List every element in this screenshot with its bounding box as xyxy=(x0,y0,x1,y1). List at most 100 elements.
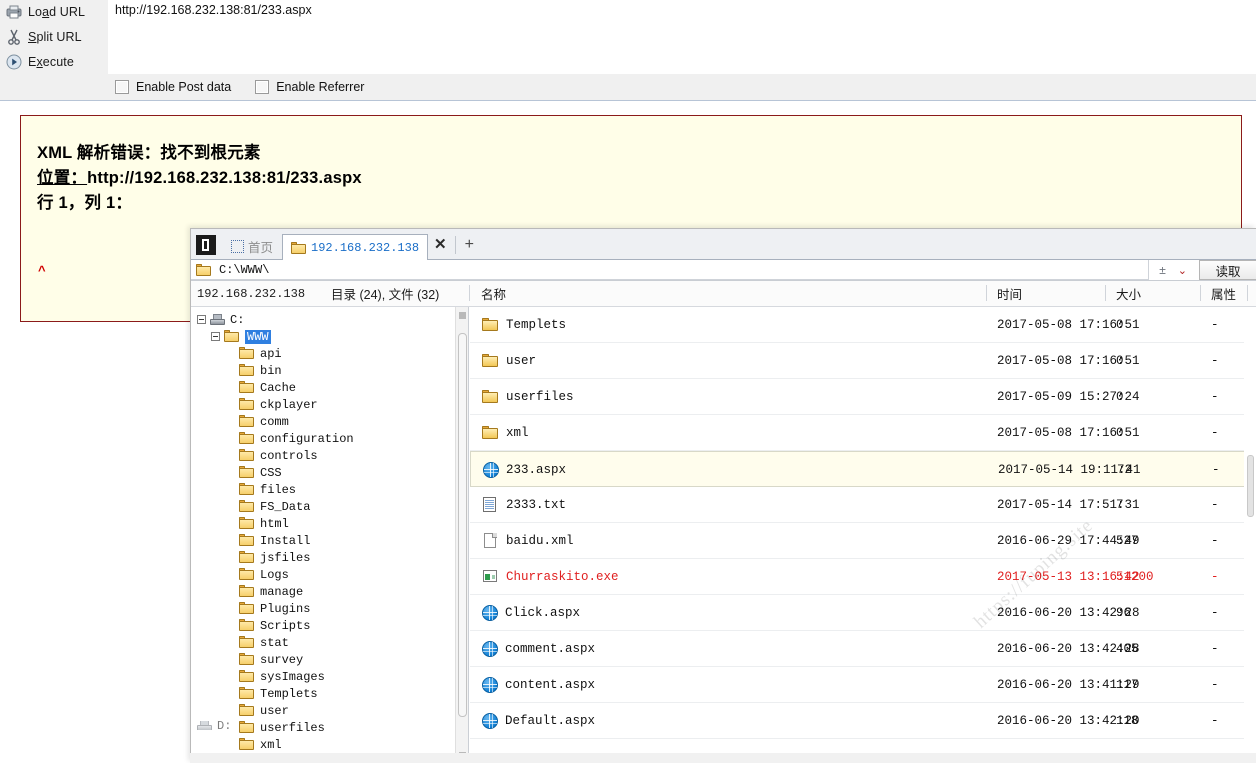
file-row[interactable]: content.aspx2016-06-20 13:41:29117- xyxy=(470,667,1256,703)
file-row[interactable]: Click.aspx2016-06-20 13:42:2896- xyxy=(470,595,1256,631)
tab-home[interactable]: 首页 xyxy=(222,233,282,259)
tree-node-comm[interactable]: comm xyxy=(239,413,289,430)
aspx-icon xyxy=(482,677,498,693)
folder-icon xyxy=(239,517,255,530)
tab-host-label: 192.168.232.138 xyxy=(311,241,419,255)
load-url-button[interactable]: Load URL xyxy=(0,0,108,24)
tree-node-drive-d[interactable]: D: xyxy=(197,721,231,730)
scrollbar-thumb[interactable] xyxy=(1247,455,1254,517)
tree-node-files[interactable]: files xyxy=(239,481,296,498)
folder-icon xyxy=(239,568,255,581)
file-row[interactable]: Churraskito.exe2017-05-13 13:16:4251200- xyxy=(470,559,1256,595)
file-attr-cell: - xyxy=(1211,559,1219,594)
document-icon xyxy=(482,533,499,549)
tree-node-html[interactable]: html xyxy=(239,515,289,532)
tree-node-jsfiles[interactable]: jsfiles xyxy=(239,549,310,566)
file-size-cell: 118 xyxy=(1116,703,1139,738)
file-name-cell: content.aspx xyxy=(482,667,595,702)
file-name-cell: 2333.txt xyxy=(482,487,566,522)
tree-node-userfiles[interactable]: userfiles xyxy=(239,719,325,736)
file-row[interactable]: xml2017-05-08 17:16:510- xyxy=(470,415,1256,451)
file-row[interactable]: userfiles2017-05-09 15:27:240- xyxy=(470,379,1256,415)
tree-node-fs_data[interactable]: FS_Data xyxy=(239,498,310,515)
split-url-button[interactable]: Split URL xyxy=(0,25,108,49)
file-list-scrollbar[interactable] xyxy=(1244,307,1256,763)
chevron-down-icon[interactable]: ⌄ xyxy=(1172,264,1193,277)
file-attr-cell: - xyxy=(1212,452,1220,487)
tree-scrollbar[interactable] xyxy=(455,307,468,763)
tree-node-www[interactable]: WWW xyxy=(211,328,271,345)
file-attr-cell: - xyxy=(1211,595,1219,630)
load-url-label: Load URL xyxy=(28,5,85,19)
file-row[interactable]: Templets2017-05-08 17:16:510- xyxy=(470,307,1256,343)
folder-icon xyxy=(239,415,255,428)
file-row[interactable]: 2333.txt2017-05-14 17:51:317- xyxy=(470,487,1256,523)
folder-icon xyxy=(482,317,499,333)
tree-node-label: survey xyxy=(260,653,303,667)
error-line-1: XML 解析错误：找不到根元素 xyxy=(37,144,261,162)
read-button[interactable]: 读取 xyxy=(1199,260,1256,280)
tree-node-configuration[interactable]: configuration xyxy=(239,430,354,447)
tree-node-cache[interactable]: Cache xyxy=(239,379,296,396)
column-header-name[interactable]: 名称 xyxy=(481,281,506,306)
file-row[interactable]: user2017-05-08 17:16:510- xyxy=(470,343,1256,379)
column-header-size[interactable]: 大小 xyxy=(1116,281,1141,306)
tree-node-bin[interactable]: bin xyxy=(239,362,282,379)
resize-handle-icon[interactable]: ± xyxy=(1153,263,1172,277)
exe-icon xyxy=(482,569,499,585)
execute-button[interactable]: Execute xyxy=(0,50,108,74)
file-row[interactable]: 233.aspx2017-05-14 19:11:4172- xyxy=(470,451,1256,487)
tree-node-scripts[interactable]: Scripts xyxy=(239,617,310,634)
tree-node-sysimages[interactable]: sysImages xyxy=(239,668,325,685)
tree-node-label: Templets xyxy=(260,687,318,701)
file-row[interactable]: baidu.xml2016-06-29 17:44:49527- xyxy=(470,523,1256,559)
path-input[interactable]: C:\WWW\ xyxy=(191,260,1149,280)
load-url-icon xyxy=(0,5,28,19)
scroll-up-arrow-icon[interactable] xyxy=(459,312,466,319)
enable-post-data-checkbox[interactable]: Enable Post data xyxy=(115,80,231,94)
folder-icon xyxy=(239,449,255,462)
tree-node-label: bin xyxy=(260,364,282,378)
tree-node-drive-c[interactable]: C: xyxy=(197,311,244,328)
tree-node-label: controls xyxy=(260,449,318,463)
tree-node-ckplayer[interactable]: ckplayer xyxy=(239,396,318,413)
file-attr-cell: - xyxy=(1211,667,1219,702)
file-size-cell: 527 xyxy=(1116,523,1139,558)
enable-referrer-checkbox[interactable]: Enable Referrer xyxy=(255,80,364,94)
tree-node-survey[interactable]: survey xyxy=(239,651,303,668)
tab-192-168-232-138[interactable]: 192.168.232.138 xyxy=(282,234,428,260)
folder-icon xyxy=(239,364,255,377)
tree-node-stat[interactable]: stat xyxy=(239,634,289,651)
tree-node-xml[interactable]: xml xyxy=(239,736,282,753)
new-tab-button[interactable]: + xyxy=(459,236,480,259)
collapse-icon[interactable] xyxy=(211,332,220,341)
column-header-time[interactable]: 时间 xyxy=(997,281,1022,306)
file-row[interactable]: Default.aspx2016-06-20 13:42:20118- xyxy=(470,703,1256,739)
tree-node-manage[interactable]: manage xyxy=(239,583,303,600)
folder-icon xyxy=(239,347,255,360)
tree-node-user[interactable]: user xyxy=(239,702,289,719)
tree-node-label: api xyxy=(260,347,282,361)
tree-node-api[interactable]: api xyxy=(239,345,282,362)
file-size-cell: 96 xyxy=(1116,595,1131,630)
file-row[interactable]: comment.aspx2016-06-20 13:42:28405- xyxy=(470,631,1256,667)
file-list-panel: Templets2017-05-08 17:16:510-user2017-05… xyxy=(470,307,1256,763)
collapse-icon[interactable] xyxy=(197,315,206,324)
tree-node-label: WWW xyxy=(245,330,271,344)
app-logo-icon xyxy=(196,235,216,255)
tree-node-label: Plugins xyxy=(260,602,310,616)
tree-node-controls[interactable]: controls xyxy=(239,447,318,464)
tree-node-plugins[interactable]: Plugins xyxy=(239,600,310,617)
url-textarea[interactable]: http://192.168.232.138:81/233.aspx xyxy=(108,0,1256,74)
scrollbar-thumb[interactable] xyxy=(458,333,467,717)
tree-node-css[interactable]: CSS xyxy=(239,464,282,481)
tab-close-button[interactable]: ✕ xyxy=(428,235,453,259)
file-attr-cell: - xyxy=(1211,487,1219,522)
tree-node-logs[interactable]: Logs xyxy=(239,566,289,583)
tree-node-install[interactable]: Install xyxy=(239,532,310,549)
folder-icon xyxy=(239,483,255,496)
tree-node-templets[interactable]: Templets xyxy=(239,685,318,702)
column-header-attributes[interactable]: 属性 xyxy=(1211,281,1236,306)
folder-icon xyxy=(482,389,499,405)
file-manager-window: 首页 192.168.232.138 ✕ + C:\WWW\ ± ⌄ 读取 19… xyxy=(190,228,1256,763)
